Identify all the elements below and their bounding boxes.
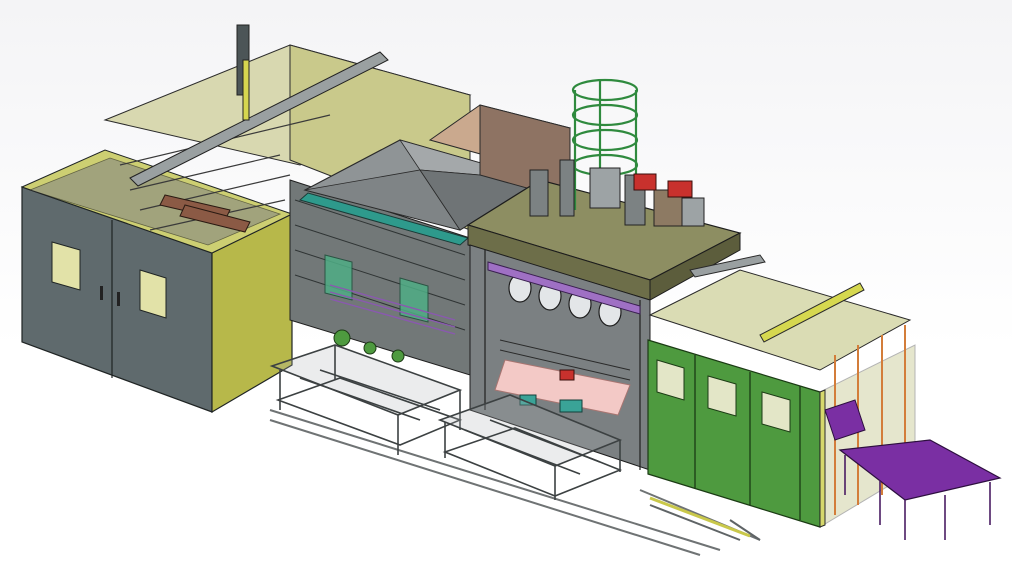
left-door-window-2 xyxy=(139,269,167,319)
teal-guard-panel-1 xyxy=(324,254,353,301)
machine-illustration xyxy=(20,24,1002,556)
right-cabinet xyxy=(647,254,916,528)
left-door-window-1 xyxy=(51,241,81,291)
floor-bars xyxy=(649,496,751,538)
cad-viewport xyxy=(0,0,1012,581)
